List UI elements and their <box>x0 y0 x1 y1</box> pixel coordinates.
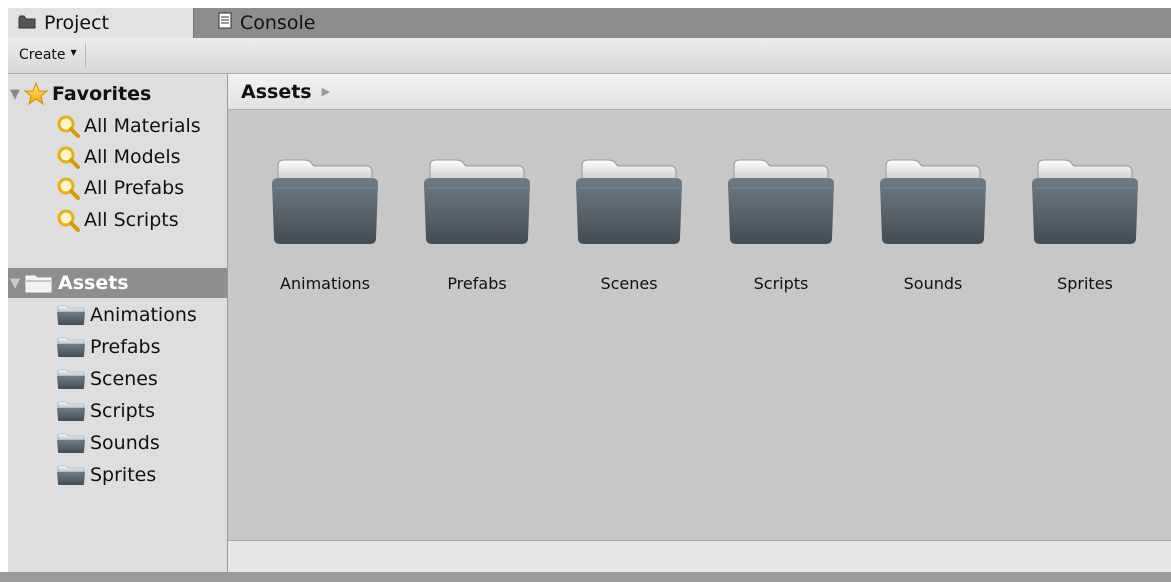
folder-icon <box>56 304 86 326</box>
folder-icon <box>56 336 86 358</box>
breadcrumb-assets[interactable]: Assets <box>241 81 312 103</box>
window-bottom-edge <box>0 572 1171 582</box>
search-icon <box>56 176 80 200</box>
sidebar-item-label: Prefabs <box>90 336 161 358</box>
search-icon <box>56 114 80 138</box>
create-button[interactable]: Create ▼ <box>11 43 86 67</box>
sidebar-item-scenes[interactable]: Scenes <box>56 364 158 394</box>
folder-item-animations[interactable]: Animations <box>255 154 395 293</box>
folder-icon <box>878 154 988 244</box>
search-icon <box>56 145 80 169</box>
sidebar-item-label: Sprites <box>90 464 157 486</box>
expand-triangle-icon[interactable]: ▼ <box>10 87 24 102</box>
sidebar-item-label: Animations <box>90 304 197 326</box>
breadcrumb-arrow-icon: ▶ <box>321 85 331 98</box>
folder-icon <box>24 272 54 294</box>
sidebar-item-all-materials[interactable]: All Materials <box>56 111 201 141</box>
folder-label: Scripts <box>753 274 809 293</box>
folder-label: Sounds <box>903 274 963 293</box>
folder-icon <box>56 400 86 422</box>
search-icon <box>56 208 80 232</box>
toolbar: Create ▼ <box>8 38 1171 74</box>
folder-item-sprites[interactable]: Sprites <box>1015 154 1155 293</box>
folder-label: Scenes <box>600 274 658 293</box>
folder-item-scripts[interactable]: Scripts <box>711 154 851 293</box>
create-button-label: Create <box>19 47 66 63</box>
folder-label: Sprites <box>1057 274 1113 293</box>
tab-bar: Project Console <box>8 8 1171 38</box>
folder-icon <box>1030 154 1140 244</box>
sidebar-item-label: Sounds <box>90 432 160 454</box>
folder-icon <box>56 368 86 390</box>
favorites-header[interactable]: ▼ Favorites <box>8 79 151 109</box>
sidebar-item-scripts[interactable]: Scripts <box>56 396 155 426</box>
tab-console-label: Console <box>240 12 316 34</box>
sidebar-item-prefabs[interactable]: Prefabs <box>56 332 161 362</box>
folder-icon <box>422 154 532 244</box>
sidebar-item-label: All Prefabs <box>84 177 185 199</box>
folder-icon <box>574 154 684 244</box>
sidebar-item-all-prefabs[interactable]: All Prefabs <box>56 173 184 203</box>
status-bar <box>228 540 1171 573</box>
sidebar-item-sprites[interactable]: Sprites <box>56 460 156 490</box>
favorites-label: Favorites <box>52 83 152 105</box>
folder-item-prefabs[interactable]: Prefabs <box>407 154 547 293</box>
sidebar-item-sounds[interactable]: Sounds <box>56 428 160 458</box>
breadcrumb: Assets ▶ <box>228 74 1171 110</box>
tab-console[interactable]: Console <box>218 8 315 38</box>
tab-project-label: Project <box>44 12 110 34</box>
tab-project[interactable]: Project <box>8 8 194 38</box>
console-icon <box>218 12 232 34</box>
sidebar-item-label: All Materials <box>84 115 201 137</box>
sidebar-item-label: All Models <box>84 146 181 168</box>
folder-icon <box>56 464 86 486</box>
sidebar-item-label: All Scripts <box>84 209 179 231</box>
sidebar: ▼ Favorites All Materials All Models All… <box>8 74 228 582</box>
assets-header[interactable]: ▼ Assets <box>8 268 227 298</box>
folder-label: Prefabs <box>447 274 507 293</box>
folder-item-scenes[interactable]: Scenes <box>559 154 699 293</box>
sidebar-item-animations[interactable]: Animations <box>56 300 197 330</box>
assets-label: Assets <box>58 272 129 294</box>
dropdown-arrow-icon: ▼ <box>70 47 77 57</box>
sidebar-item-label: Scenes <box>90 368 158 390</box>
sidebar-item-all-scripts[interactable]: All Scripts <box>56 205 179 235</box>
expand-triangle-icon[interactable]: ▼ <box>10 276 24 291</box>
star-icon <box>23 81 49 106</box>
folder-item-sounds[interactable]: Sounds <box>863 154 1003 293</box>
folder-icon <box>18 12 36 34</box>
folder-label: Animations <box>280 274 370 293</box>
folder-icon <box>726 154 836 244</box>
sidebar-item-all-models[interactable]: All Models <box>56 142 181 172</box>
folder-icon <box>56 432 86 454</box>
folder-icon <box>270 154 380 244</box>
sidebar-item-label: Scripts <box>90 400 156 422</box>
asset-browser: Assets ▶ Animations Prefabs Scenes Scrip… <box>228 74 1171 582</box>
